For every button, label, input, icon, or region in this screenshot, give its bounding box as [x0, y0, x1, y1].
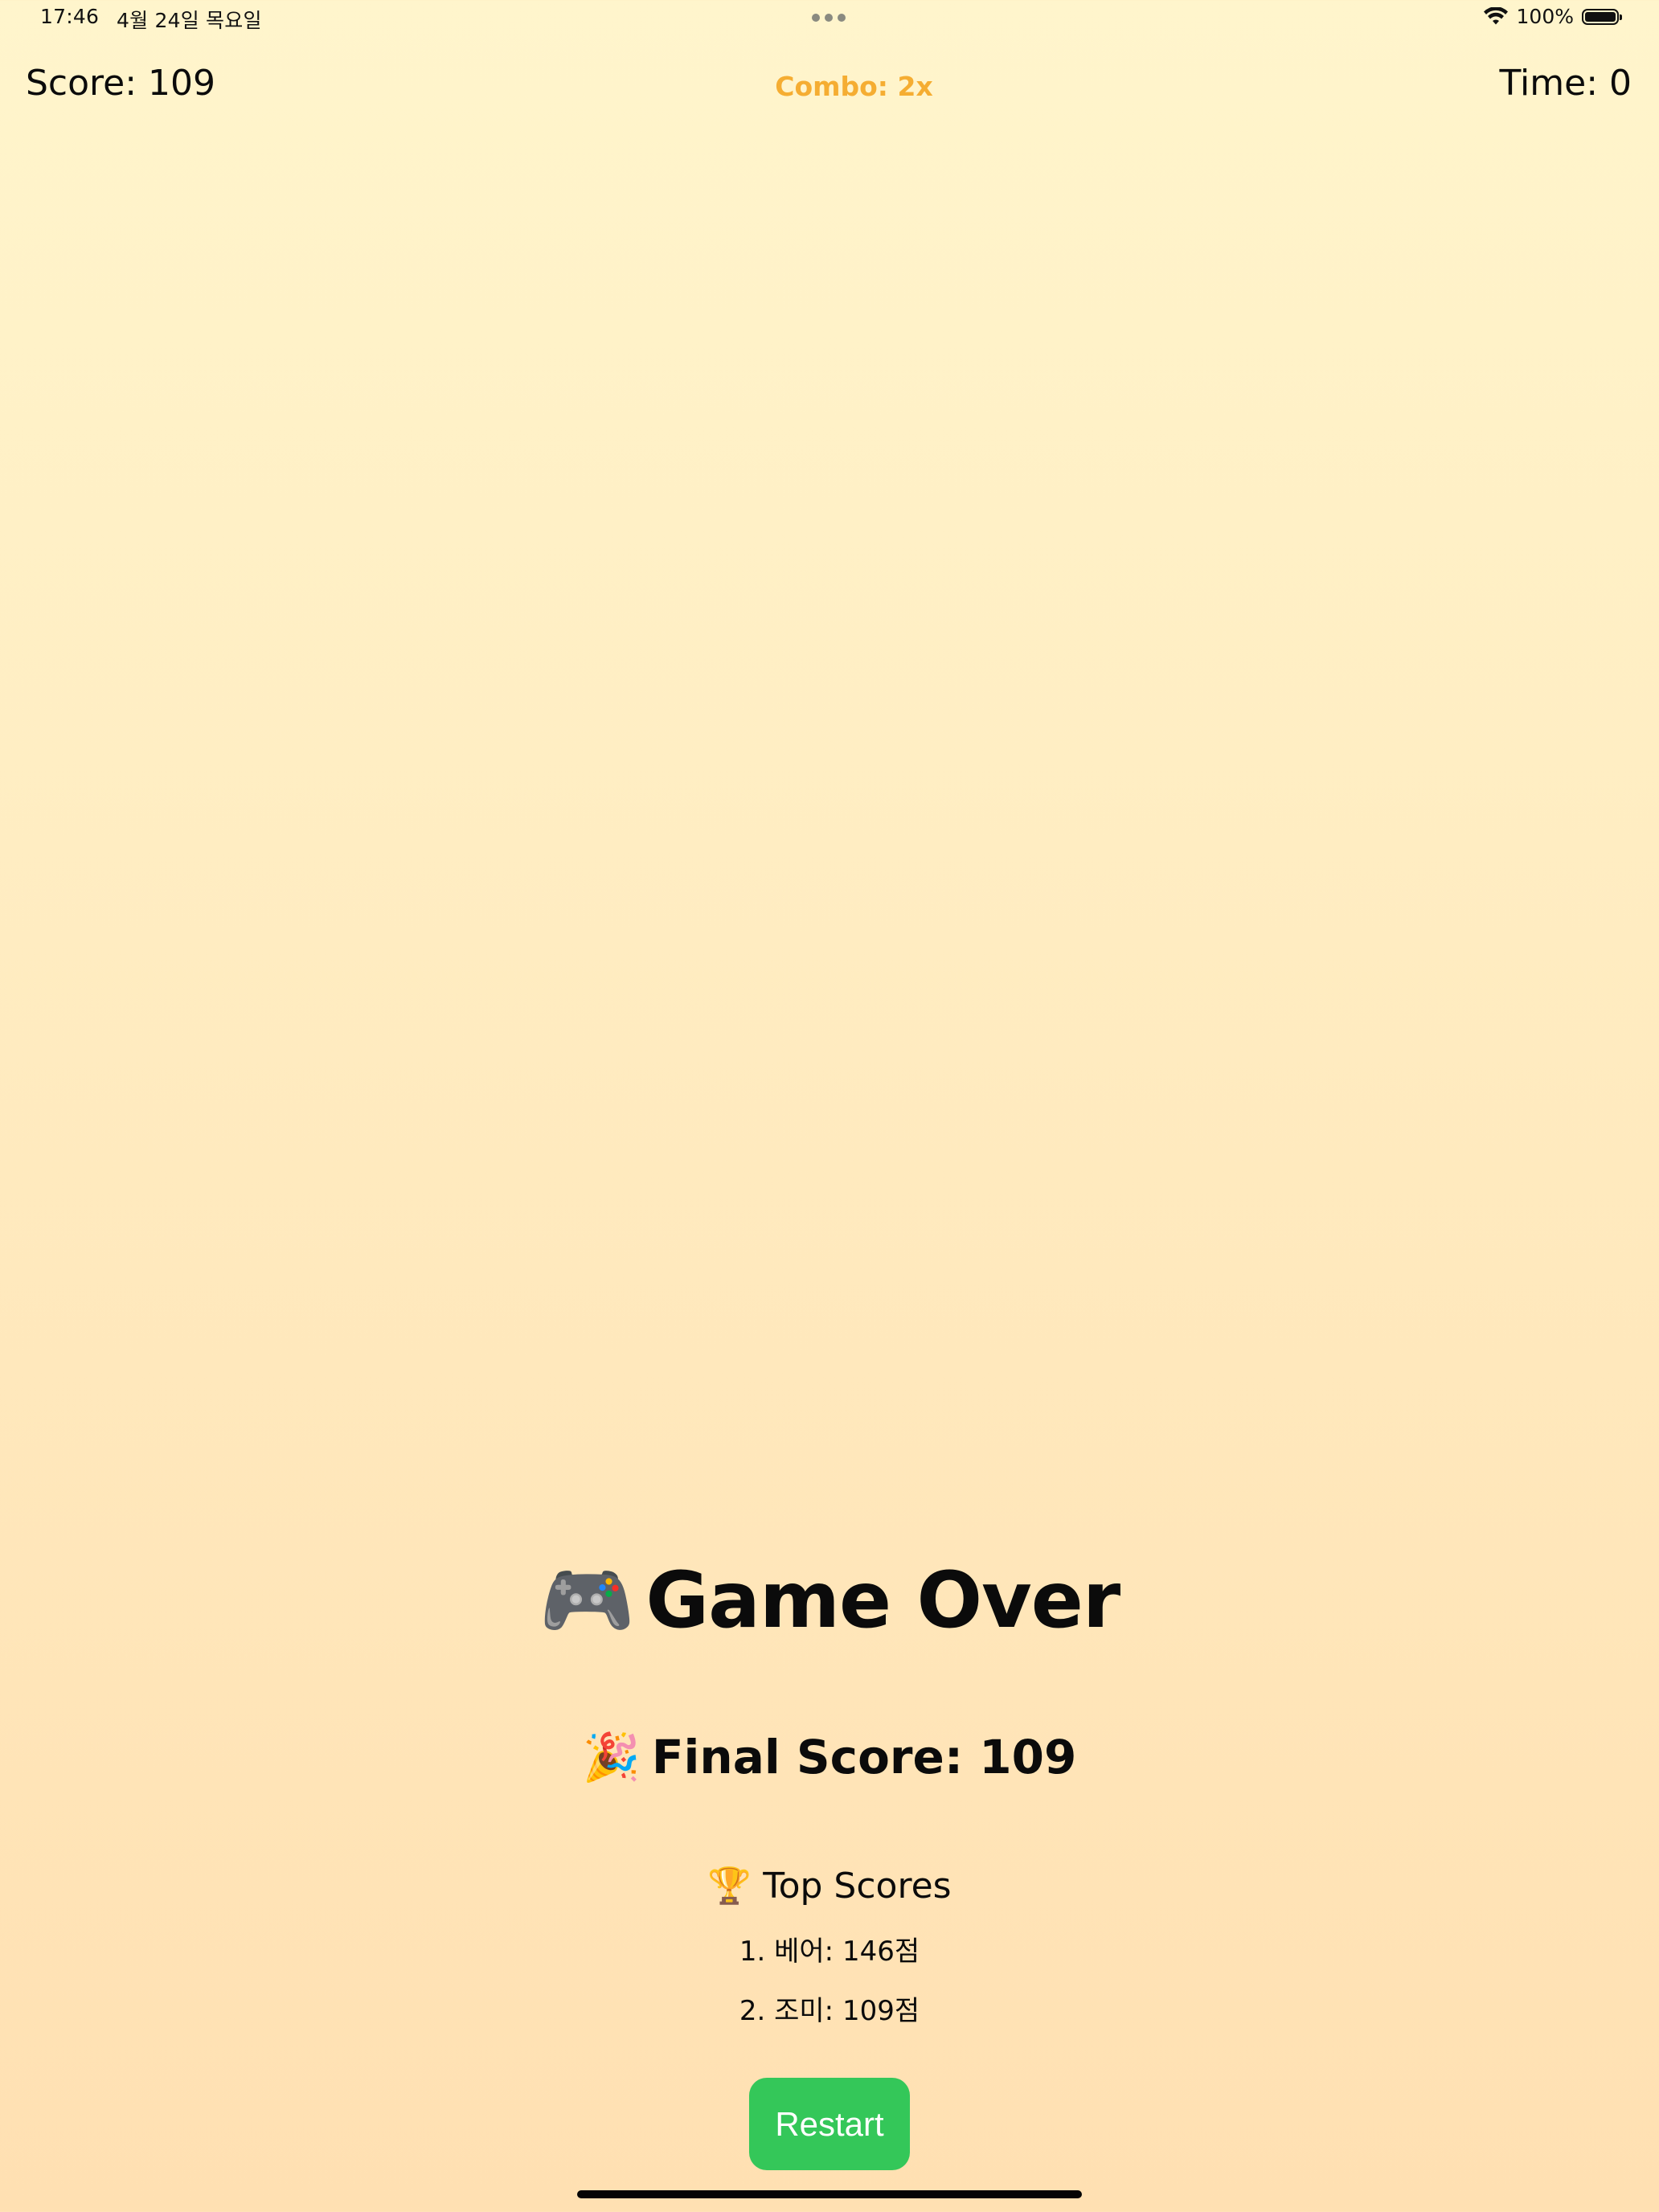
- game-over-text: Game Over: [645, 1555, 1120, 1645]
- leaderboard-entry: 2. 조미: 109점: [739, 1995, 920, 2027]
- wifi-icon: [1483, 6, 1508, 24]
- battery-percent: 100%: [1516, 5, 1574, 28]
- game-over-title: 🎮 Game Over: [0, 1555, 1659, 1646]
- leaderboard-entry: 1. 베어: 146점: [739, 1936, 920, 1968]
- leaderboard: 1. 베어: 146점 2. 조미: 109점: [0, 1929, 1659, 2048]
- battery-icon: [1582, 8, 1622, 25]
- multitasking-dots-icon[interactable]: [812, 14, 846, 22]
- status-right: 100%: [1483, 5, 1622, 28]
- status-date: 4월 24일 목요일: [117, 9, 262, 32]
- final-score: 🎉 Final Score: 109: [0, 1730, 1659, 1785]
- top-scores-title: 🏆 Top Scores: [0, 1865, 1659, 1907]
- battery-fill: [1585, 11, 1616, 22]
- hud-combo: Combo: 2x: [775, 71, 933, 102]
- game-controller-icon: 🎮: [539, 1555, 636, 1645]
- restart-button[interactable]: Restart: [749, 2078, 910, 2170]
- status-left: 17:46 4월 24일 목요일: [40, 5, 262, 34]
- status-time: 17:46: [40, 5, 100, 28]
- trophy-icon: 🏆: [707, 1866, 752, 1907]
- hud-time: Time: 0: [1499, 63, 1632, 104]
- final-score-text: Final Score: 109: [651, 1730, 1077, 1784]
- party-popper-icon: 🎉: [582, 1730, 641, 1784]
- status-bar: 17:46 4월 24일 목요일 100%: [0, 0, 1659, 40]
- home-indicator[interactable]: [577, 2190, 1082, 2198]
- top-scores-text: Top Scores: [763, 1866, 952, 1907]
